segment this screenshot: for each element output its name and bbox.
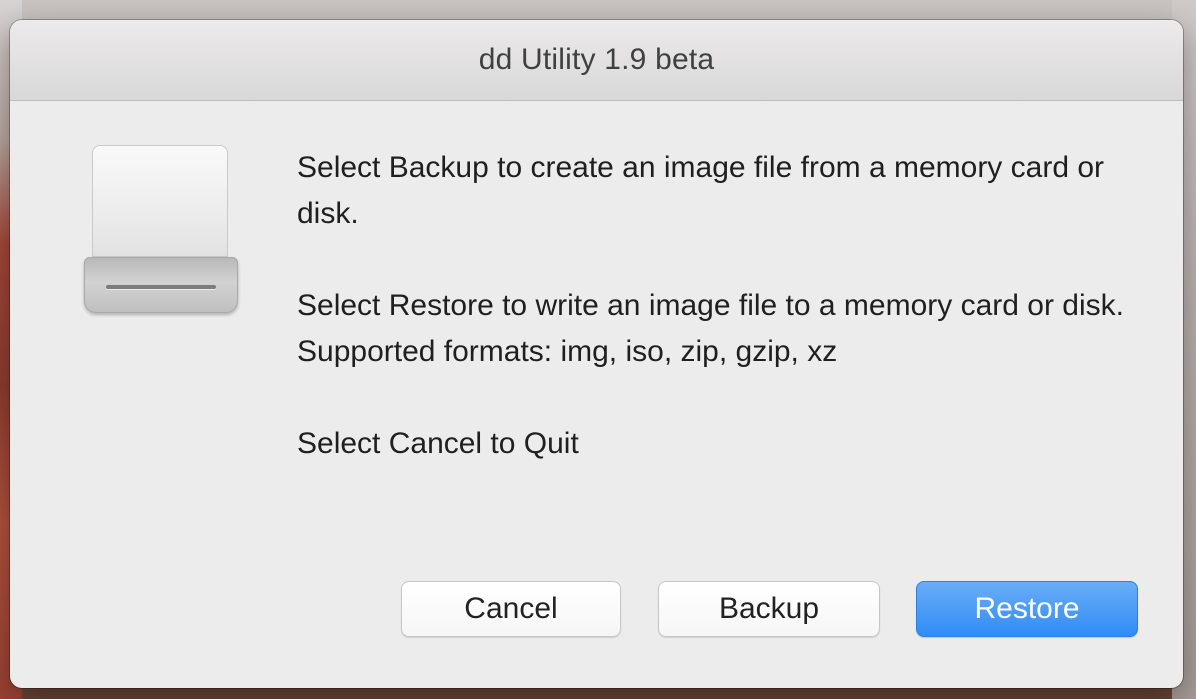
- supported-formats-text: Supported formats: img, iso, zip, gzip, …: [297, 335, 838, 368]
- cancel-button[interactable]: Cancel: [401, 581, 621, 637]
- desktop-background: dd Utility 1.9 beta Select Backup to cre…: [0, 0, 1196, 699]
- restore-instruction: Select Restore to write an image file to…: [297, 289, 1124, 322]
- dialog-content: Select Backup to create an image file fr…: [10, 101, 1183, 688]
- drive-icon-slot: [106, 285, 216, 289]
- cancel-instruction: Select Cancel to Quit: [297, 427, 579, 460]
- window-title: dd Utility 1.9 beta: [478, 43, 715, 76]
- dialog-message: Select Backup to create an image file fr…: [297, 145, 1137, 467]
- drive-icon-base: [84, 257, 238, 313]
- button-row: Cancel Backup Restore: [10, 581, 1183, 639]
- backup-instruction: Select Backup to create an image file fr…: [297, 151, 1105, 230]
- drive-icon-top: [92, 145, 228, 257]
- external-drive-icon: [82, 145, 240, 315]
- backup-button[interactable]: Backup: [658, 581, 880, 637]
- restore-button[interactable]: Restore: [916, 581, 1138, 637]
- title-bar[interactable]: dd Utility 1.9 beta: [10, 20, 1183, 101]
- dialog-window: dd Utility 1.9 beta Select Backup to cre…: [10, 20, 1183, 688]
